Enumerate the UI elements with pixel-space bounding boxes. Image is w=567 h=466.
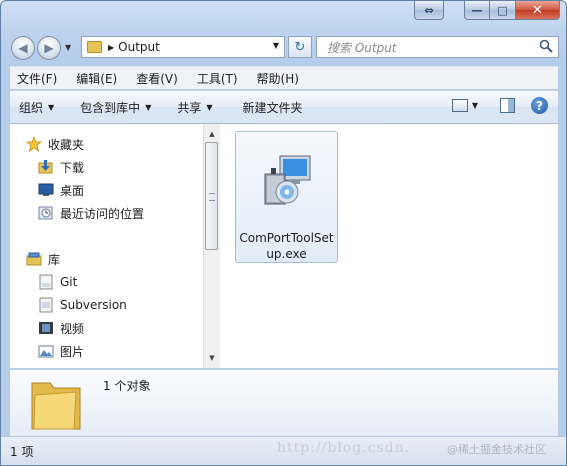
maximize-button[interactable]: □: [490, 1, 516, 20]
arrow-left-icon: ◀: [18, 41, 28, 55]
chevron-down-icon[interactable]: ▼: [273, 41, 279, 50]
nav-videos-label: 视频: [60, 321, 85, 336]
snap-icon: ⇔: [424, 3, 434, 17]
refresh-button[interactable]: ↻: [288, 36, 312, 58]
search-input[interactable]: 搜索 Output: [316, 36, 559, 58]
libraries-icon: [26, 252, 42, 266]
arrow-right-icon: ▶: [44, 41, 54, 55]
organize-button[interactable]: 组织 ▼: [10, 99, 63, 116]
search-placeholder: 搜索 Output: [327, 40, 397, 55]
preview-pane-icon[interactable]: [500, 98, 515, 113]
chevron-down-icon: ▼: [48, 102, 55, 112]
folder-icon: [31, 382, 81, 430]
scroll-down-icon[interactable]: ▼: [204, 350, 220, 366]
file-name: ComPortToolSetup.exe: [239, 231, 334, 261]
organize-label: 组织: [19, 100, 44, 115]
nav-downloads-label: 下载: [60, 160, 85, 175]
videos-library-icon: [39, 322, 53, 334]
file-list: ComPortToolSetup.exe: [220, 124, 558, 368]
chevron-down-icon: ▼: [145, 102, 152, 112]
nav-libraries[interactable]: 库: [26, 249, 60, 269]
star-icon: [26, 136, 42, 152]
nav-subversion[interactable]: Subversion: [38, 295, 127, 315]
forward-button[interactable]: ▶: [37, 36, 61, 60]
installer-icon: [264, 155, 311, 205]
nav-desktop[interactable]: 桌面: [38, 180, 84, 200]
nav-subversion-label: Subversion: [60, 298, 127, 312]
search-icon[interactable]: [539, 39, 553, 53]
nav-recent-places[interactable]: 最近访问的位置: [38, 203, 144, 223]
nav-pictures-label: 图片: [60, 344, 85, 359]
pictures-library-icon: [38, 345, 54, 358]
desktop-icon: [38, 183, 54, 196]
item-count-detail: 1 个对象: [103, 379, 151, 393]
nav-favorites-label: 收藏夹: [48, 137, 85, 152]
status-item-count: 1 项: [10, 445, 34, 459]
menu-view[interactable]: 查看(V): [129, 70, 185, 87]
subversion-library-icon: [39, 297, 53, 313]
include-in-library-button[interactable]: 包含到库中 ▼: [71, 99, 160, 116]
maximize-icon: □: [497, 3, 508, 17]
downloads-folder-icon: [38, 160, 53, 174]
menu-bar: 文件(F) 编辑(E) 查看(V) 工具(T) 帮助(H): [10, 66, 558, 89]
scroll-up-icon[interactable]: ▲: [204, 126, 220, 142]
chevron-down-icon: ▼: [206, 102, 213, 112]
folder-icon: [87, 41, 102, 53]
menu-help[interactable]: 帮助(H): [250, 70, 306, 87]
new-folder-button[interactable]: 新建文件夹: [234, 99, 312, 116]
nav-favorites[interactable]: 收藏夹: [26, 134, 84, 154]
file-item[interactable]: ComPortToolSetup.exe: [235, 131, 338, 263]
menu-edit[interactable]: 编辑(E): [69, 70, 124, 87]
share-button[interactable]: 共享 ▼: [168, 99, 221, 116]
breadcrumb-separator-icon[interactable]: ▶: [108, 43, 114, 52]
close-button[interactable]: ✕: [516, 1, 560, 20]
aero-snap-button[interactable]: ⇔: [414, 1, 444, 20]
nav-scrollbar[interactable]: ▲ ▼: [203, 124, 220, 368]
navigation-pane: 收藏夹 下载 桌面 最近访问的位置 库 Git Subversion 视频 图片: [10, 124, 203, 368]
chevron-down-icon[interactable]: ▼: [472, 101, 478, 110]
close-icon: ✕: [532, 2, 543, 18]
nav-git[interactable]: Git: [38, 272, 77, 292]
status-bar: 1 项 http://blog.csdn. @稀土掘金技术社区: [1, 436, 566, 465]
breadcrumb-output[interactable]: Output: [118, 40, 160, 54]
explorer-window: ⇔ — □ ✕ ◀ ▶ ▼ ▶ Output ▼ ↻ 搜索 Output 文件(…: [0, 0, 567, 466]
scroll-thumb[interactable]: [205, 142, 218, 250]
nav-recent-label: 最近访问的位置: [60, 206, 145, 221]
menu-tools[interactable]: 工具(T): [190, 70, 245, 87]
change-view-icon[interactable]: [451, 99, 468, 112]
watermark-site: @稀土掘金技术社区: [447, 443, 546, 456]
watermark-url: http://blog.csdn.: [277, 440, 411, 456]
nav-libraries-label: 库: [48, 252, 61, 267]
nav-pictures[interactable]: 图片: [38, 341, 84, 361]
nav-desktop-label: 桌面: [60, 183, 85, 198]
nav-videos[interactable]: 视频: [38, 318, 84, 338]
address-bar[interactable]: ▶ Output ▼: [81, 36, 285, 58]
share-label: 共享: [177, 100, 202, 115]
minimize-button[interactable]: —: [464, 1, 490, 20]
nav-downloads[interactable]: 下载: [38, 157, 84, 177]
back-button[interactable]: ◀: [11, 36, 35, 60]
command-bar: 组织 ▼ 包含到库中 ▼ 共享 ▼ 新建文件夹 ▼ ?: [10, 90, 558, 124]
caption-buttons: — □ ✕: [464, 1, 560, 20]
nav-git-label: Git: [60, 275, 78, 289]
help-icon[interactable]: ?: [531, 97, 548, 114]
refresh-icon: ↻: [294, 39, 306, 55]
include-label: 包含到库中: [80, 100, 141, 115]
details-pane: 1 个对象: [10, 369, 558, 436]
recent-places-icon: [38, 206, 53, 220]
minimize-icon: —: [471, 3, 483, 17]
menu-file[interactable]: 文件(F): [10, 70, 64, 87]
new-folder-label: 新建文件夹: [242, 100, 303, 115]
view-controls: ▼ ?: [451, 97, 548, 114]
git-library-icon: [39, 274, 53, 290]
recent-pages-dropdown[interactable]: ▼: [65, 43, 71, 52]
